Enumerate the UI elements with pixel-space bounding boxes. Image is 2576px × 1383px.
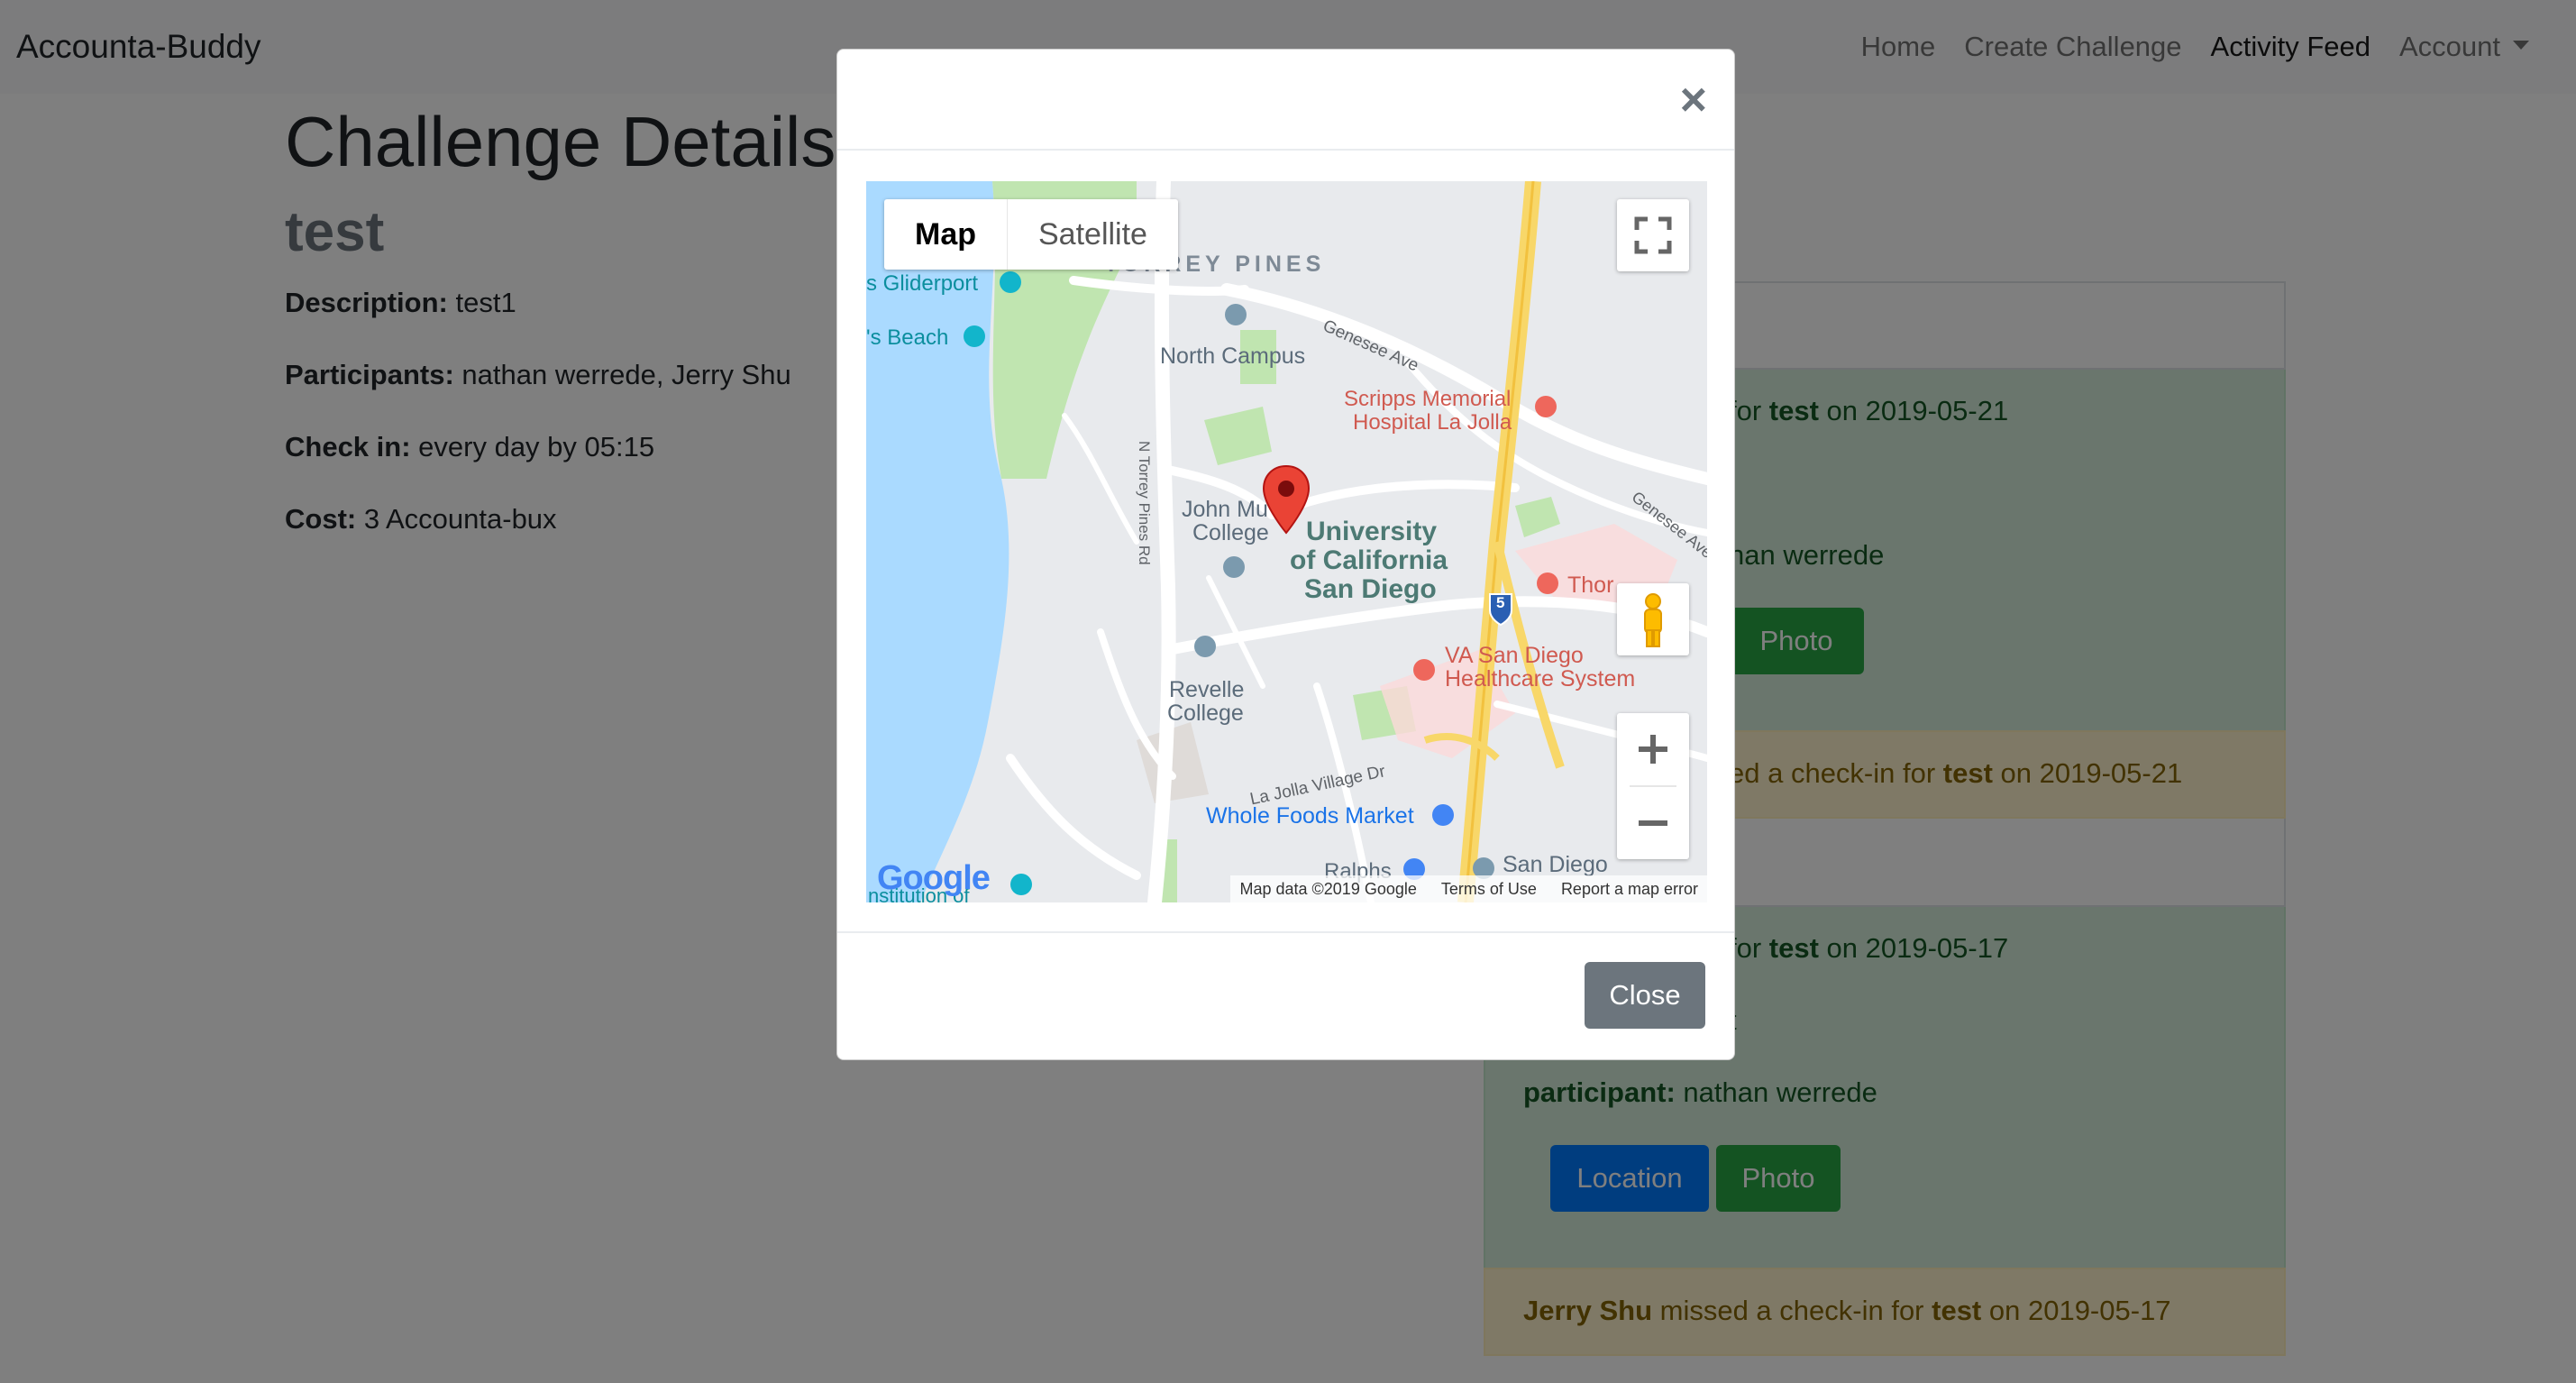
map-label-whole-foods: Whole Foods Market — [1206, 803, 1414, 829]
map-label-scripps-2: Hospital La Jolla — [1353, 410, 1512, 435]
close-icon[interactable]: × — [1680, 73, 1707, 127]
map-label-north-campus: North Campus — [1160, 343, 1306, 369]
map-label-ucsd-1: University — [1306, 517, 1438, 546]
map-label-gliderport: s Gliderport — [866, 271, 979, 296]
map-label-thornton: Thor — [1567, 572, 1614, 598]
map-label-va-2: Healthcare System — [1445, 666, 1636, 692]
map-label-beach: 's Beach — [866, 325, 949, 350]
google-logo[interactable]: Google — [877, 859, 991, 898]
map-label-revelle-2: College — [1167, 701, 1244, 726]
map-label-va-1: VA San Diego — [1445, 643, 1584, 668]
modal-header: × — [837, 50, 1734, 151]
modal-footer: Close — [837, 931, 1734, 1059]
fullscreen-button[interactable] — [1617, 199, 1689, 271]
map-label-scripps-1: Scripps Memorial — [1344, 387, 1512, 411]
zoom-in-icon[interactable] — [1617, 713, 1689, 785]
map-modal: × TORREY PINES s Gliderport 's Beach Nor… — [836, 49, 1735, 1060]
map-type-control: Map Satellite — [884, 199, 1178, 270]
map-label-john-muir-1: John Mu — [1182, 497, 1268, 522]
map-pin-icon[interactable] — [1261, 464, 1311, 536]
report-map-error-link[interactable]: Report a map error — [1561, 880, 1698, 898]
map-label-i5: 5 — [1496, 594, 1505, 611]
map-label-ucsd-2: of California — [1290, 545, 1448, 575]
zoom-out-icon[interactable] — [1617, 787, 1689, 859]
map-label-torrey-pines-rd: N Torrey Pines Rd — [1136, 441, 1153, 565]
terms-of-use-link[interactable]: Terms of Use — [1441, 880, 1537, 898]
close-button[interactable]: Close — [1585, 962, 1705, 1029]
map-label-revelle-1: Revelle — [1169, 677, 1245, 702]
map-type-satellite[interactable]: Satellite — [1008, 199, 1178, 270]
street-view-control[interactable] — [1617, 583, 1689, 655]
map-label-john-muir-2: College — [1192, 520, 1269, 545]
map-attribution: Map data ©2019 Google Terms of Use Repor… — [1230, 875, 1707, 902]
map-type-map[interactable]: Map — [884, 199, 1008, 270]
google-map[interactable]: TORREY PINES s Gliderport 's Beach North… — [866, 181, 1707, 902]
zoom-control — [1617, 713, 1689, 859]
map-data-text: Map data ©2019 Google — [1239, 880, 1417, 898]
pegman-icon — [1644, 593, 1662, 647]
fullscreen-icon — [1634, 216, 1672, 254]
map-label-ucsd-3: San Diego — [1304, 574, 1437, 604]
map-label-san-diego: San Diego — [1503, 852, 1608, 877]
